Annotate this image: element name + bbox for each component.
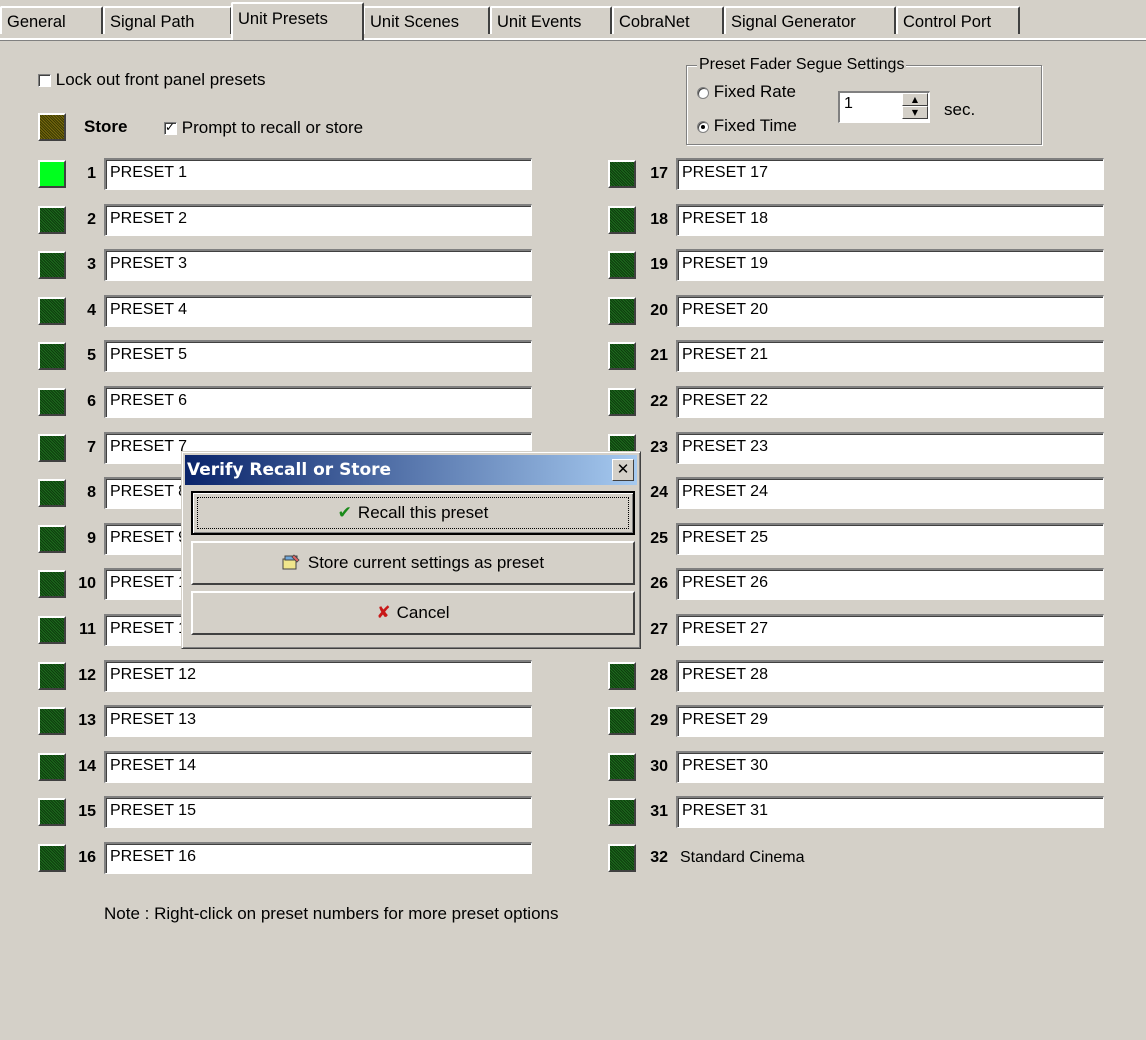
preset-number[interactable]: 30	[632, 753, 668, 781]
preset-name-input[interactable]: PRESET 15	[104, 796, 532, 829]
focus-rect	[197, 497, 629, 529]
preset-number[interactable]: 7	[60, 434, 96, 462]
tab-unit-scenes[interactable]: Unit Scenes	[363, 6, 490, 34]
store-preset-label: Store current settings as preset	[307, 553, 545, 572]
preset-name-input[interactable]: PRESET 28	[676, 659, 1104, 692]
preset-name-input[interactable]: PRESET 14	[104, 750, 532, 783]
preset-number[interactable]: 12	[60, 662, 96, 690]
preset-name-input[interactable]: PRESET 23	[676, 431, 1104, 464]
preset-name-input[interactable]: PRESET 1	[104, 158, 532, 190]
preset-number[interactable]: 20	[632, 297, 668, 325]
tab-control-port[interactable]: Control Port	[896, 6, 1020, 34]
preset-name-input[interactable]: PRESET 22	[676, 386, 1104, 418]
preset-name-input[interactable]: PRESET 2	[104, 203, 532, 236]
tab-signal-generator[interactable]: Signal Generator	[724, 6, 896, 34]
preset-name-label: Standard Cinema	[680, 849, 805, 866]
preset-name-input[interactable]: PRESET 25	[676, 522, 1104, 555]
preset-name-input[interactable]: PRESET 17	[676, 158, 1104, 190]
tab-cobranet[interactable]: CobraNet	[612, 6, 724, 34]
preset-name-input[interactable]: PRESET 21	[676, 340, 1104, 373]
cancel-button[interactable]: ✘ Cancel	[191, 591, 635, 635]
store-icon	[282, 554, 300, 570]
store-preset-button[interactable]: Store current settings as preset	[191, 541, 635, 585]
dialog-titlebar: Verify Recall or Store ✕	[185, 455, 637, 485]
spin-up-icon[interactable]: ▲	[902, 93, 928, 106]
lockout-row[interactable]: Lock out front panel presets	[38, 70, 266, 90]
preset-number[interactable]: 13	[60, 707, 96, 735]
segue-unit: sec.	[944, 100, 976, 119]
tab-unit-events[interactable]: Unit Events	[490, 6, 612, 34]
cancel-label: Cancel	[396, 603, 450, 622]
preset-number[interactable]: 4	[60, 297, 96, 325]
fixed-time-label: Fixed Time	[713, 116, 797, 135]
preset-name-input[interactable]: PRESET 5	[104, 340, 532, 373]
preset-number[interactable]: 31	[632, 798, 668, 826]
preset-name-input[interactable]: PRESET 13	[104, 705, 532, 738]
verify-dialog: Verify Recall or Store ✕ ✔ Recall this pr…	[181, 451, 641, 649]
preset-number[interactable]: 28	[632, 662, 668, 690]
close-icon[interactable]: ✕	[612, 459, 634, 481]
preset-number[interactable]: 17	[632, 160, 668, 188]
fixed-rate-label: Fixed Rate	[713, 82, 796, 101]
preset-name-input[interactable]: PRESET 26	[676, 568, 1104, 601]
lockout-checkbox[interactable]	[38, 74, 51, 88]
preset-number[interactable]: 32	[632, 844, 668, 872]
preset-number[interactable]: 1	[60, 160, 96, 188]
fixed-rate-radio[interactable]	[697, 86, 709, 99]
tab-bar: General Signal Path Unit Presets Unit Sc…	[0, 0, 1146, 41]
prompt-label: Prompt to recall or store	[181, 118, 364, 137]
preset-number[interactable]: 19	[632, 251, 668, 279]
store-label: Store	[84, 117, 128, 136]
preset-name-input[interactable]: PRESET 19	[676, 249, 1104, 282]
store-led-button[interactable]	[38, 113, 66, 141]
recall-button[interactable]: ✔ Recall this preset	[191, 491, 635, 535]
preset-number[interactable]: 3	[60, 251, 96, 279]
preset-name-input[interactable]: PRESET 31	[676, 796, 1104, 829]
preset-number[interactable]: 2	[60, 206, 96, 234]
preset-name-input[interactable]: PRESET 24	[676, 477, 1104, 510]
note-text: Note : Right-click on preset numbers for…	[104, 904, 559, 923]
preset-name-input[interactable]: PRESET 20	[676, 294, 1104, 327]
preset-number[interactable]: 6	[60, 388, 96, 416]
preset-number[interactable]: 10	[60, 570, 96, 598]
preset-name-input[interactable]: PRESET 18	[676, 203, 1104, 236]
x-icon: ✘	[376, 603, 391, 623]
preset-name-input[interactable]: PRESET 29	[676, 705, 1104, 738]
fixed-time-radio[interactable]	[697, 120, 709, 133]
preset-number[interactable]: 9	[60, 525, 96, 553]
segue-group-title: Preset Fader Segue Settings	[697, 56, 907, 74]
preset-number[interactable]: 18	[632, 206, 668, 234]
tab-general[interactable]: General	[0, 6, 103, 34]
prompt-row[interactable]: Prompt to recall or store	[164, 118, 363, 138]
preset-name-input[interactable]: PRESET 3	[104, 249, 532, 282]
spin-down-icon[interactable]: ▼	[902, 106, 928, 119]
preset-number[interactable]: 16	[60, 844, 96, 872]
tab-unit-presets[interactable]: Unit Presets	[231, 2, 364, 40]
preset-number[interactable]: 11	[60, 616, 96, 644]
preset-number[interactable]: 14	[60, 753, 96, 781]
dialog-title: Verify Recall or Store	[187, 460, 392, 480]
prompt-checkbox[interactable]	[164, 120, 177, 136]
lockout-label: Lock out front panel presets	[55, 70, 266, 89]
preset-name-input[interactable]: PRESET 4	[104, 294, 532, 327]
preset-name-input[interactable]: PRESET 12	[104, 659, 532, 692]
preset-name-input[interactable]: PRESET 16	[104, 842, 532, 874]
preset-number[interactable]: 22	[632, 388, 668, 416]
preset-name-input[interactable]: PRESET 30	[676, 750, 1104, 783]
preset-number[interactable]: 15	[60, 798, 96, 826]
preset-name-input[interactable]: PRESET 27	[676, 614, 1104, 646]
preset-name-input[interactable]: PRESET 6	[104, 386, 532, 418]
preset-number[interactable]: 21	[632, 342, 668, 370]
fixed-rate-option[interactable]: Fixed Rate	[697, 82, 796, 102]
preset-number[interactable]: 5	[60, 342, 96, 370]
fixed-time-option[interactable]: Fixed Time	[697, 116, 797, 136]
preset-number[interactable]: 8	[60, 479, 96, 507]
tab-signal-path[interactable]: Signal Path	[103, 6, 232, 34]
preset-number[interactable]: 29	[632, 707, 668, 735]
